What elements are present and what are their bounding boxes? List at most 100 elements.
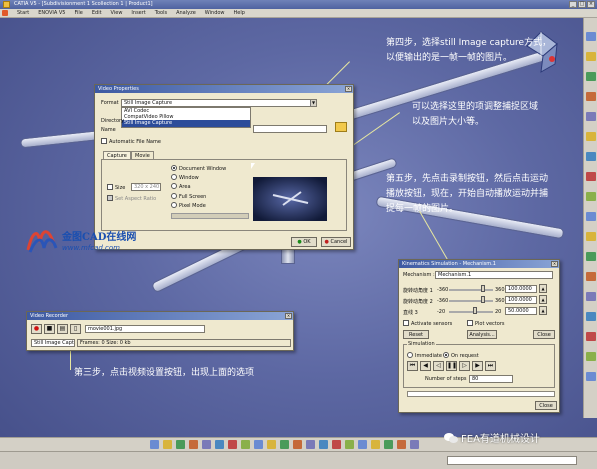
bottom-icon-2[interactable] [163, 440, 172, 449]
close-icon[interactable]: × [285, 313, 292, 319]
toolbar-icon-6[interactable] [586, 132, 596, 141]
toolbar-icon-13[interactable] [586, 272, 596, 281]
radio-immediate[interactable] [407, 352, 413, 358]
command-2-spinner[interactable]: ▲ [539, 295, 547, 304]
skip-to-start-button[interactable]: ⏮ [407, 361, 418, 371]
cancel-button[interactable]: ● Cancel [321, 237, 351, 247]
bottom-icon-21[interactable] [410, 440, 419, 449]
reset-button[interactable]: Reset [403, 330, 429, 339]
menu-start[interactable]: Start [17, 10, 29, 16]
pause-button[interactable]: ❚❚ [446, 361, 457, 371]
chevron-down-icon[interactable]: ▼ [310, 100, 316, 106]
close-icon[interactable]: × [345, 86, 352, 92]
menu-insert[interactable]: Insert [131, 10, 145, 16]
toolbar-icon-5[interactable] [586, 112, 596, 121]
format-select[interactable]: Still Image Capture ▼ [121, 99, 317, 107]
close-button[interactable]: Close [535, 401, 557, 410]
radio-on-request[interactable] [443, 352, 449, 358]
toolbar-icon-16[interactable] [586, 332, 596, 341]
close-window-button[interactable]: × [587, 1, 595, 8]
ok-button[interactable]: ● OK [291, 237, 317, 247]
command-1-slider[interactable] [449, 289, 493, 291]
mechanism-select[interactable]: Mechanism.1 [435, 271, 553, 279]
close-icon[interactable]: × [551, 261, 558, 267]
menu-edit[interactable]: Edit [92, 10, 102, 16]
video-settings-button[interactable]: ▤ [57, 324, 68, 334]
stop-button[interactable]: ■ [44, 324, 55, 334]
recorder-file-field[interactable]: movie001.jpg [85, 325, 205, 333]
record-button[interactable]: ● [31, 324, 42, 334]
toolbar-icon-15[interactable] [586, 312, 596, 321]
command-3-slider-thumb[interactable] [473, 307, 478, 314]
toolbar-icon-4[interactable] [586, 92, 596, 101]
bottom-icon-13[interactable] [306, 440, 315, 449]
command-2-slider[interactable] [449, 300, 493, 302]
start-icon[interactable] [2, 10, 8, 16]
toolbar-icon-1[interactable] [586, 32, 596, 41]
bottom-icon-7[interactable] [228, 440, 237, 449]
play-forward-button[interactable]: ▷ [459, 361, 470, 371]
bottom-icon-11[interactable] [280, 440, 289, 449]
bottom-icon-8[interactable] [241, 440, 250, 449]
bottom-icon-5[interactable] [202, 440, 211, 449]
toolbar-icon-2[interactable] [586, 52, 596, 61]
bottom-icon-12[interactable] [293, 440, 302, 449]
bottom-icon-3[interactable] [176, 440, 185, 449]
command-3-value[interactable]: 50.0000 [505, 307, 537, 315]
aspect-ratio-checkbox[interactable] [107, 195, 113, 201]
bottom-icon-18[interactable] [371, 440, 380, 449]
plot-vectors-checkbox[interactable] [467, 320, 473, 326]
menu-window[interactable]: Window [205, 10, 225, 16]
command-2-slider-thumb[interactable] [480, 296, 485, 303]
step-back-button[interactable]: ◀ [420, 361, 431, 371]
command-3-spinner[interactable]: ▲ [539, 306, 547, 315]
number-of-steps-select[interactable]: 80 [469, 375, 513, 383]
command-1-value[interactable]: 100.0000 [505, 285, 537, 293]
bottom-icon-10[interactable] [267, 440, 276, 449]
bottom-icon-4[interactable] [189, 440, 198, 449]
bottom-icon-14[interactable] [319, 440, 328, 449]
toolbar-icon-10[interactable] [586, 212, 596, 221]
bottom-icon-1[interactable] [150, 440, 159, 449]
toolbar-icon-12[interactable] [586, 252, 596, 261]
size-checkbox[interactable] [107, 184, 113, 190]
automatic-file-name-checkbox[interactable] [101, 138, 107, 144]
menu-enovia[interactable]: ENOVIA V5 [38, 10, 65, 16]
activate-sensors-checkbox[interactable] [403, 320, 409, 326]
bottom-icon-17[interactable] [358, 440, 367, 449]
bottom-icon-9[interactable] [254, 440, 263, 449]
menu-tools[interactable]: Tools [155, 10, 167, 16]
bottom-icon-15[interactable] [332, 440, 341, 449]
menu-help[interactable]: Help [234, 10, 245, 16]
toolbar-icon-7[interactable] [586, 152, 596, 161]
step-forward-button[interactable]: ▶ [472, 361, 483, 371]
command-1-spinner[interactable]: ▲ [539, 284, 547, 293]
bottom-icon-20[interactable] [397, 440, 406, 449]
toolbar-icon-18[interactable] [586, 372, 596, 381]
size-select[interactable]: 320 x 240 [131, 183, 161, 191]
format-option-still[interactable]: Still Image Capture [122, 120, 250, 127]
toolbar-icon-9[interactable] [586, 192, 596, 201]
command-input[interactable] [447, 456, 577, 465]
name-field[interactable] [253, 125, 327, 133]
toolbar-icon-17[interactable] [586, 352, 596, 361]
folder-icon[interactable] [335, 122, 347, 132]
maximize-button[interactable]: □ [578, 1, 586, 8]
toolbar-icon-11[interactable] [586, 232, 596, 241]
menu-analyze[interactable]: Analyze [176, 10, 196, 16]
toolbar-icon-14[interactable] [586, 292, 596, 301]
radio-document-window[interactable] [171, 165, 177, 171]
bottom-icon-6[interactable] [215, 440, 224, 449]
play-back-button[interactable]: ◁ [433, 361, 444, 371]
bottom-icon-19[interactable] [384, 440, 393, 449]
command-3-slider[interactable] [449, 311, 493, 313]
close-top-button[interactable]: Close [533, 330, 555, 339]
radio-full-screen[interactable] [171, 193, 177, 199]
file-button[interactable]: ▯ [70, 324, 81, 334]
menu-view[interactable]: View [111, 10, 123, 16]
toolbar-icon-8[interactable] [586, 172, 596, 181]
toolbar-icon-3[interactable] [586, 72, 596, 81]
radio-window[interactable] [171, 174, 177, 180]
menu-file[interactable]: File [74, 10, 82, 16]
minimize-button[interactable]: _ [569, 1, 577, 8]
